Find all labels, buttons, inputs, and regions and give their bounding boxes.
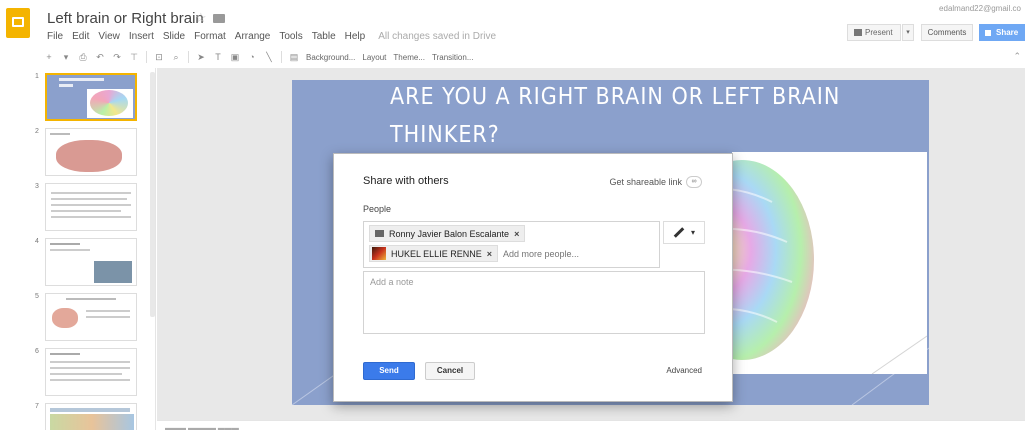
filmstrip-scrollbar[interactable] bbox=[150, 72, 155, 317]
advanced-link[interactable]: Advanced bbox=[666, 366, 702, 375]
permission-button[interactable]: ▾ bbox=[663, 221, 705, 244]
plus-icon[interactable]: + bbox=[44, 52, 54, 62]
slide-thumbnail-2[interactable] bbox=[45, 128, 137, 176]
line-icon[interactable]: ╲ bbox=[264, 52, 274, 62]
people-field[interactable]: Ronny Javier Balon Escalante × HUKEL ELL… bbox=[363, 221, 660, 268]
theme-button[interactable]: Theme... bbox=[393, 53, 425, 62]
slides-app: Left brain or Right brain ☆ File Edit Vi… bbox=[0, 0, 1025, 430]
zoom-fit-icon[interactable]: ⊡ bbox=[154, 52, 164, 62]
shareable-link-label: Get shareable link bbox=[609, 177, 682, 187]
chevron-down-icon[interactable]: ▾ bbox=[61, 52, 71, 62]
slide-number: 3 bbox=[35, 183, 39, 190]
cancel-button[interactable]: Cancel bbox=[425, 362, 475, 380]
menu-help[interactable]: Help bbox=[345, 31, 366, 42]
send-button[interactable]: Send bbox=[363, 362, 415, 380]
remove-recipient-icon[interactable]: × bbox=[514, 229, 519, 239]
filmstrip: 1 2 3 4 5 6 7 bbox=[0, 68, 156, 430]
recipient-chip[interactable]: HUKEL ELLIE RENNE × bbox=[369, 245, 498, 262]
note-field[interactable] bbox=[363, 271, 705, 334]
slide-thumbnail-4[interactable] bbox=[45, 238, 137, 286]
toolbar-divider bbox=[281, 51, 282, 63]
slide-thumbnail-6[interactable] bbox=[45, 348, 137, 396]
people-label: People bbox=[363, 204, 392, 214]
paint-format-icon[interactable]: ⊤ bbox=[129, 52, 139, 62]
lock-icon bbox=[985, 30, 991, 36]
avatar bbox=[372, 247, 386, 260]
textbox-icon[interactable]: T bbox=[213, 52, 223, 62]
share-dialog: Share with others Get shareable link ∞ P… bbox=[333, 153, 733, 402]
menu-slide[interactable]: Slide bbox=[163, 31, 185, 42]
slide-title-line-2: THINKER? bbox=[390, 122, 500, 148]
pencil-icon bbox=[673, 227, 685, 238]
notes-placeholder: ▬▬▬ ▬▬▬▬ ▬▬▬ bbox=[165, 425, 239, 430]
comment-icon[interactable]: ▤ bbox=[289, 52, 299, 62]
document-title[interactable]: Left brain or Right brain bbox=[47, 10, 204, 27]
recipient-name: Ronny Javier Balon Escalante bbox=[389, 228, 510, 239]
slide-number: 2 bbox=[35, 128, 39, 135]
menu-edit[interactable]: Edit bbox=[72, 31, 89, 42]
save-status: All changes saved in Drive bbox=[378, 31, 497, 42]
menu-tools[interactable]: Tools bbox=[279, 31, 302, 42]
present-label: Present bbox=[865, 28, 893, 37]
menu-file[interactable]: File bbox=[47, 31, 63, 42]
brain-image[interactable] bbox=[670, 152, 928, 375]
menu-format[interactable]: Format bbox=[194, 31, 226, 42]
image-icon[interactable]: ▣ bbox=[230, 52, 240, 62]
select-icon[interactable]: ➤ bbox=[196, 52, 206, 62]
star-icon[interactable]: ☆ bbox=[195, 10, 207, 26]
add-people-input[interactable] bbox=[503, 249, 653, 259]
recipient-name: HUKEL ELLIE RENNE bbox=[391, 248, 482, 259]
menu-arrange[interactable]: Arrange bbox=[235, 31, 271, 42]
transition-button[interactable]: Transition... bbox=[432, 53, 474, 62]
toolbar-divider bbox=[188, 51, 189, 63]
redo-icon[interactable]: ↷ bbox=[112, 52, 122, 62]
toolbar: + ▾ ⎙ ↶ ↷ ⊤ ⊡ ⌕ ➤ T ▣ ◔ ╲ ▤ Background..… bbox=[0, 47, 1025, 67]
recipient-chip[interactable]: Ronny Javier Balon Escalante × bbox=[369, 225, 526, 242]
slide-number: 7 bbox=[35, 403, 39, 410]
menubar: File Edit View Insert Slide Format Arran… bbox=[47, 31, 496, 42]
slide-number: 5 bbox=[35, 293, 39, 300]
layout-button[interactable]: Layout bbox=[362, 53, 386, 62]
menu-insert[interactable]: Insert bbox=[129, 31, 154, 42]
collapse-icon[interactable]: ⌃ bbox=[1013, 51, 1021, 62]
slide-title-line-1: ARE YOU A RIGHT BRAIN OR LEFT BRAIN bbox=[390, 84, 841, 110]
slide-title[interactable]: ARE YOU A RIGHT BRAIN OR LEFT BRAIN THIN… bbox=[390, 80, 840, 154]
brain-image-art bbox=[670, 160, 928, 375]
print-icon[interactable]: ⎙ bbox=[78, 52, 88, 62]
header: Left brain or Right brain ☆ File Edit Vi… bbox=[0, 0, 1025, 46]
chevron-down-icon: ▾ bbox=[690, 228, 695, 237]
zoom-icon[interactable]: ⌕ bbox=[171, 52, 181, 62]
background-button[interactable]: Background... bbox=[306, 53, 355, 62]
share-label: Share bbox=[996, 28, 1019, 37]
link-icon: ∞ bbox=[686, 176, 702, 188]
present-button[interactable]: Present bbox=[847, 24, 901, 41]
slide-number: 6 bbox=[35, 348, 39, 355]
slide-number: 1 bbox=[35, 73, 39, 80]
menu-view[interactable]: View bbox=[98, 31, 120, 42]
mail-icon bbox=[375, 230, 384, 237]
slide-thumbnail-5[interactable] bbox=[45, 293, 137, 341]
slides-logo-icon[interactable] bbox=[6, 8, 30, 38]
present-dropdown-icon[interactable]: ▾ bbox=[902, 24, 914, 41]
dialog-title: Share with others bbox=[363, 175, 449, 187]
speaker-notes[interactable]: ▬▬▬ ▬▬▬▬ ▬▬▬ bbox=[157, 420, 1025, 430]
share-button[interactable]: Share bbox=[979, 24, 1025, 41]
toolbar-divider bbox=[146, 51, 147, 63]
slide-number: 4 bbox=[35, 238, 39, 245]
comments-button[interactable]: Comments bbox=[921, 24, 973, 41]
present-icon bbox=[854, 29, 862, 36]
folder-icon[interactable] bbox=[213, 14, 225, 23]
get-shareable-link[interactable]: Get shareable link ∞ bbox=[609, 176, 702, 188]
slide-thumbnail-3[interactable] bbox=[45, 183, 137, 231]
slide-thumbnail-7[interactable] bbox=[45, 403, 137, 430]
menu-table[interactable]: Table bbox=[312, 31, 336, 42]
slide-thumbnail-1[interactable] bbox=[45, 73, 137, 121]
remove-recipient-icon[interactable]: × bbox=[487, 249, 492, 259]
shape-icon[interactable]: ◔ bbox=[247, 52, 257, 62]
undo-icon[interactable]: ↶ bbox=[95, 52, 105, 62]
user-email[interactable]: edalmand22@gmail.co bbox=[939, 4, 1021, 13]
